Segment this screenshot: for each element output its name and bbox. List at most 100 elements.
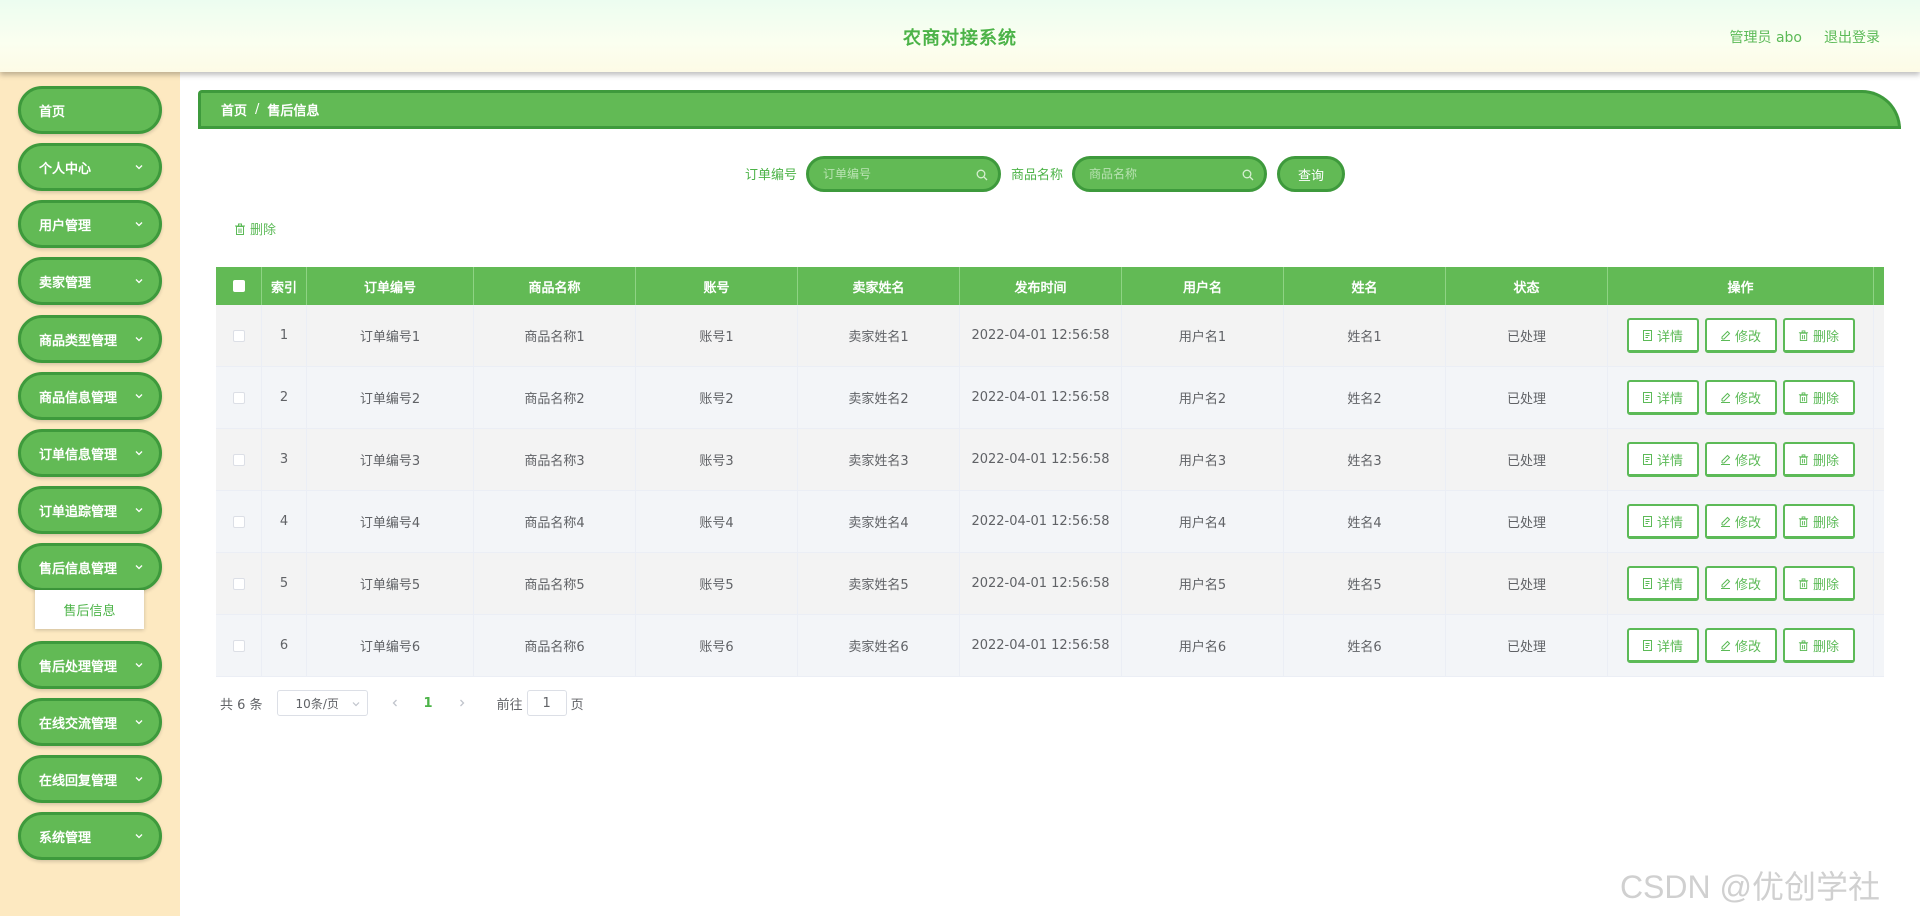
order-no-field[interactable] — [806, 156, 1001, 192]
row-checkbox[interactable] — [232, 515, 245, 528]
logout-link[interactable]: 退出登录 — [1824, 27, 1880, 47]
detail-button[interactable]: 详情 — [1626, 442, 1699, 477]
sidebar-item-order-tracking-management[interactable]: 订单追踪管理 — [18, 486, 162, 534]
delete-label: 删除 — [1812, 453, 1839, 469]
bulk-delete-button[interactable]: 删除 — [234, 219, 276, 238]
document-icon — [1642, 453, 1652, 465]
prev-page-icon[interactable] — [390, 698, 400, 708]
row-checkbox[interactable] — [232, 329, 245, 342]
sidebar-item-user-management[interactable]: 用户管理 — [18, 200, 162, 248]
row-select-cell — [216, 305, 262, 366]
row-checkbox[interactable] — [232, 453, 245, 466]
delete-label: 删除 — [1812, 391, 1839, 407]
product-name-input[interactable] — [1089, 167, 1239, 181]
cell-product-name: 商品名称6 — [474, 615, 636, 676]
table-row: 5 订单编号5 商品名称5 账号5 卖家姓名5 2022-04-01 12:56:58 用户… — [216, 553, 1884, 615]
table-row: 4 订单编号4 商品名称4 账号4 卖家姓名4 2022-04-01 12:56:58 用户… — [216, 491, 1884, 553]
delete-button[interactable]: 删除 — [1782, 628, 1855, 663]
table-row: 2 订单编号2 商品名称2 账号2 卖家姓名2 2022-04-01 12:56:58 用户… — [216, 367, 1884, 429]
column-header-account: 账号 — [636, 267, 798, 305]
table-body: 1 订单编号1 商品名称1 账号1 卖家姓名1 2022-04-01 12:56:58 用户… — [216, 305, 1884, 677]
document-icon — [1642, 515, 1652, 527]
edit-label: 修改 — [1734, 639, 1761, 655]
cell-index: 4 — [262, 491, 307, 552]
detail-button[interactable]: 详情 — [1626, 566, 1699, 601]
sidebar-item-online-reply-management[interactable]: 在线回复管理 — [18, 755, 162, 803]
sidebar-item-label: 商品信息管理 — [39, 390, 118, 406]
trash-icon — [1798, 329, 1809, 341]
product-name-field[interactable] — [1072, 156, 1267, 192]
edit-button[interactable]: 修改 — [1704, 628, 1777, 663]
document-icon — [1642, 639, 1652, 651]
cell-order-no: 订单编号4 — [307, 491, 474, 552]
cell-status: 已处理 — [1446, 305, 1608, 366]
sidebar: 首页 个人中心 用户管理 卖家管理 商品类型管理 商品信息管理 订单信息管理 订单追踪管理 售后… — [0, 72, 180, 916]
edit-label: 修改 — [1734, 329, 1761, 345]
sidebar-subitem-after-sales-info[interactable]: 售后信息 — [35, 590, 144, 629]
query-button[interactable]: 查询 — [1277, 156, 1345, 192]
sidebar-item-product-type-management[interactable]: 商品类型管理 — [18, 315, 162, 363]
trash-icon — [1798, 453, 1809, 465]
edit-icon — [1720, 578, 1731, 589]
sidebar-item-after-sales-processing-management[interactable]: 售后处理管理 — [18, 641, 162, 689]
sidebar-item-after-sales-info-management[interactable]: 售后信息管理 — [18, 543, 162, 591]
pagination: 共 6 条 10条/页 1 前往 页 — [220, 690, 584, 716]
delete-button[interactable]: 删除 — [1782, 380, 1855, 415]
cell-product-name: 商品名称4 — [474, 491, 636, 552]
edit-button[interactable]: 修改 — [1704, 504, 1777, 539]
page-size-select[interactable]: 10条/页 — [276, 690, 368, 716]
edit-button[interactable]: 修改 — [1704, 380, 1777, 415]
breadcrumb-separator: / — [255, 102, 260, 117]
delete-button[interactable]: 删除 — [1782, 504, 1855, 539]
current-user-label[interactable]: 管理员 abo — [1730, 27, 1802, 47]
cell-username: 用户名2 — [1122, 367, 1284, 428]
cell-index: 2 — [262, 367, 307, 428]
cell-order-no: 订单编号1 — [307, 305, 474, 366]
sidebar-item-online-chat-management[interactable]: 在线交流管理 — [18, 698, 162, 746]
edit-button[interactable]: 修改 — [1704, 566, 1777, 601]
cell-name: 姓名5 — [1284, 553, 1446, 614]
total-count: 共 6 条 — [220, 697, 263, 713]
delete-button[interactable]: 删除 — [1782, 442, 1855, 477]
detail-button[interactable]: 详情 — [1626, 504, 1699, 539]
page-number-current[interactable]: 1 — [424, 696, 433, 711]
sidebar-item-personal-center[interactable]: 个人中心 — [18, 143, 162, 191]
delete-button[interactable]: 删除 — [1782, 318, 1855, 353]
cell-product-name: 商品名称2 — [474, 367, 636, 428]
breadcrumb-home[interactable]: 首页 — [221, 100, 247, 119]
sidebar-item-order-info-management[interactable]: 订单信息管理 — [18, 429, 162, 477]
row-checkbox[interactable] — [232, 391, 245, 404]
next-page-icon[interactable] — [457, 698, 467, 708]
edit-button[interactable]: 修改 — [1704, 442, 1777, 477]
detail-button[interactable]: 详情 — [1626, 380, 1699, 415]
edit-icon — [1720, 640, 1731, 651]
chevron-down-icon — [135, 565, 143, 570]
sidebar-item-product-info-management[interactable]: 商品信息管理 — [18, 372, 162, 420]
column-header-seller-name: 卖家姓名 — [798, 267, 960, 305]
order-no-input[interactable] — [823, 167, 973, 181]
cell-order-no: 订单编号3 — [307, 429, 474, 490]
row-checkbox[interactable] — [232, 577, 245, 590]
row-checkbox[interactable] — [232, 639, 245, 652]
select-all-checkbox[interactable] — [232, 280, 245, 292]
detail-button[interactable]: 详情 — [1626, 628, 1699, 663]
column-header-product-name: 商品名称 — [474, 267, 636, 305]
cell-name: 姓名3 — [1284, 429, 1446, 490]
goto-page-input[interactable] — [526, 690, 567, 716]
column-header-name: 姓名 — [1284, 267, 1446, 305]
detail-label: 详情 — [1656, 391, 1683, 407]
chevron-down-icon — [135, 279, 143, 284]
cell-account: 账号1 — [636, 305, 798, 366]
sidebar-item-seller-management[interactable]: 卖家管理 — [18, 257, 162, 305]
trash-icon — [1798, 577, 1809, 589]
sidebar-item-system-management[interactable]: 系统管理 — [18, 812, 162, 860]
detail-label: 详情 — [1656, 515, 1683, 531]
sidebar-item-home[interactable]: 首页 — [18, 86, 162, 134]
row-select-cell — [216, 491, 262, 552]
edit-button[interactable]: 修改 — [1704, 318, 1777, 353]
detail-label: 详情 — [1656, 329, 1683, 345]
chevron-down-icon — [352, 702, 359, 707]
column-header-index: 索引 — [262, 267, 307, 305]
detail-button[interactable]: 详情 — [1626, 318, 1699, 353]
delete-button[interactable]: 删除 — [1782, 566, 1855, 601]
